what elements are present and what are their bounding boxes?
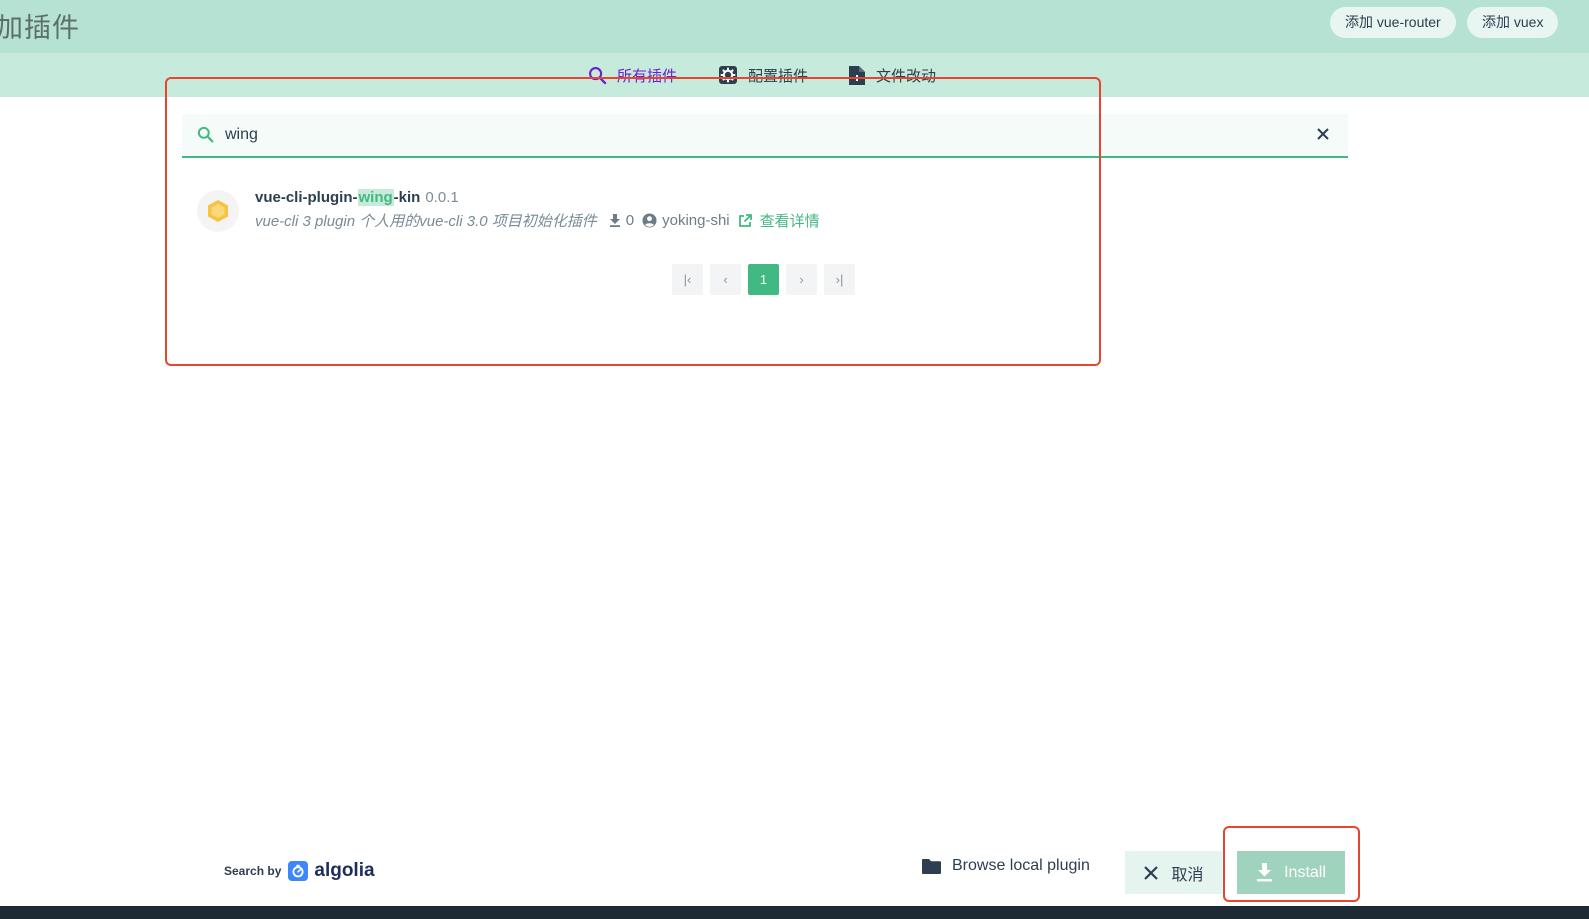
plugin-name-suffix: -kin — [393, 189, 421, 206]
open-in-new-icon — [738, 213, 752, 227]
browse-local-plugin-label: Browse local plugin — [952, 857, 1090, 874]
plugin-author: yoking-shi — [642, 212, 730, 229]
tab-file-changes[interactable]: 文件改动 — [848, 63, 936, 87]
current-page-button[interactable]: 1 — [748, 264, 779, 295]
next-page-button[interactable]: › — [786, 264, 817, 295]
search-icon — [589, 66, 607, 84]
search-highlight: wing — [357, 189, 394, 206]
cancel-label: 取消 — [1171, 866, 1204, 884]
page-title: 加插件 — [0, 13, 80, 43]
first-page-button[interactable]: |‹ — [672, 264, 703, 295]
folder-icon — [922, 858, 941, 874]
gear-icon — [719, 66, 737, 84]
hexagon-icon — [208, 200, 228, 222]
close-icon — [1144, 865, 1159, 880]
tab-bar: 所有插件 配置插件 文件改动 — [0, 53, 1589, 97]
taskbar-strip — [0, 906, 1589, 919]
pagination: |‹ ‹ 1 › ›| — [672, 264, 862, 295]
download-icon — [609, 214, 620, 227]
view-details-label: 查看详情 — [759, 213, 820, 230]
search-icon — [197, 126, 214, 143]
plugin-description: vue-cli 3 plugin 个人用的vue-cli 3.0 项目初始化插件 — [255, 213, 597, 230]
add-vuex-button[interactable]: 添加 vuex — [1467, 7, 1559, 38]
plugin-search-input[interactable] — [225, 122, 1275, 148]
plugin-meta: vue-cli 3 plugin 个人用的vue-cli 3.0 项目初始化插件… — [255, 210, 820, 231]
plugin-version: 0.0.1 — [425, 189, 459, 206]
clear-icon[interactable] — [1316, 127, 1330, 141]
plugin-search-box — [182, 114, 1348, 158]
last-page-button[interactable]: ›| — [824, 264, 855, 295]
add-vue-router-button[interactable]: 添加 vue-router — [1330, 7, 1456, 38]
tab-config-plugins[interactable]: 配置插件 — [718, 63, 808, 87]
plugin-logo — [197, 190, 239, 232]
author-name: yoking-shi — [662, 212, 730, 229]
install-label: Install — [1284, 863, 1326, 881]
download-count-value: 0 — [625, 212, 635, 229]
install-button[interactable]: Install — [1237, 851, 1345, 894]
download-icon — [1257, 863, 1273, 882]
plugin-name-prefix: vue-cli-plugin- — [255, 189, 358, 206]
search-by-algolia[interactable]: Search by algolia — [224, 860, 375, 882]
algolia-wordmark: algolia — [314, 860, 375, 881]
tab-label: 文件改动 — [876, 67, 937, 85]
plugin-name: vue-cli-plugin-wing-kin 0.0.1 — [255, 189, 459, 206]
top-bar: 加插件 添加 vue-router 添加 vuex — [0, 0, 1589, 53]
search-by-label: Search by — [224, 864, 282, 878]
list-item[interactable]: vue-cli-plugin-wing-kin 0.0.1 vue-cli 3 p… — [197, 188, 1097, 233]
tab-label: 配置插件 — [748, 67, 809, 85]
file-icon — [849, 65, 865, 85]
algolia-icon — [288, 861, 309, 881]
prev-page-button[interactable]: ‹ — [710, 264, 741, 295]
cancel-button[interactable]: 取消 — [1125, 851, 1222, 894]
tab-all-plugins[interactable]: 所有插件 — [588, 63, 677, 87]
tab-label: 所有插件 — [617, 67, 678, 85]
view-details-link[interactable]: 查看详情 — [738, 210, 820, 231]
account-icon — [642, 213, 657, 228]
browse-local-plugin-button[interactable]: Browse local plugin — [921, 852, 1090, 880]
download-count: 0 — [609, 212, 634, 229]
